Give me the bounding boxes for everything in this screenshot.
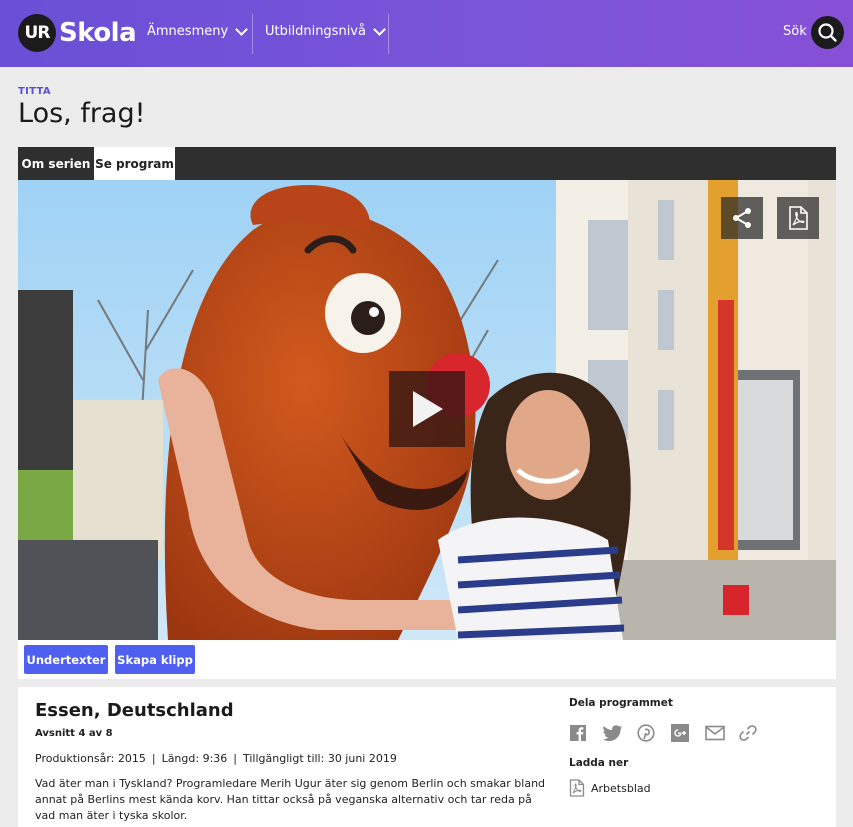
tab-about-series[interactable]: Om serien [18, 147, 94, 180]
share-email[interactable] [705, 722, 739, 744]
episode-description: Vad äter man i Tyskland? Programledare M… [35, 777, 546, 822]
share-video-button[interactable] [721, 197, 763, 239]
episode-number: Avsnitt 4 av 8 [35, 728, 113, 739]
search-button[interactable] [811, 16, 844, 49]
play-icon [413, 391, 443, 427]
share-heading: Dela programmet [569, 697, 673, 709]
pdf-download-button[interactable] [777, 197, 819, 239]
pinterest-icon [637, 724, 655, 742]
twitter-icon [603, 725, 622, 741]
share-icon [733, 208, 751, 228]
production-year: Produktionsår: 2015 [35, 752, 146, 765]
tab-bar: Om serien Se program [18, 147, 836, 180]
share-facebook[interactable] [569, 722, 603, 744]
pdf-icon [789, 206, 808, 230]
search-label[interactable]: Sök [783, 24, 807, 39]
pdf-icon [569, 779, 585, 797]
search-icon [818, 23, 837, 42]
share-googleplus[interactable] [671, 722, 705, 744]
ur-skola-logo[interactable]: UR Skola [18, 14, 137, 52]
video-player[interactable] [18, 180, 836, 640]
section-kicker: TITTA [18, 86, 51, 97]
nav-education-level[interactable]: Utbildningsnivå [265, 22, 386, 39]
nav-subject-menu[interactable]: Ämnesmeny [147, 22, 249, 39]
play-button[interactable] [389, 371, 465, 447]
create-clip-button[interactable]: Skapa klipp [115, 645, 195, 674]
logo-mark: UR [18, 14, 56, 52]
chevron-down-icon [373, 22, 386, 36]
email-icon [705, 725, 725, 741]
episode-meta: Produktionsår: 2015 | Längd: 9:36 | Tillgäng… [35, 752, 397, 765]
share-link[interactable] [739, 722, 773, 744]
nav-subject-menu-label: Ämnesmeny [147, 24, 229, 39]
top-header: UR Skola Ämnesmeny Utbildningsnivå Sök [0, 0, 853, 67]
download-worksheet-label: Arbetsblad [591, 781, 651, 795]
facebook-icon [570, 725, 586, 741]
download-heading: Ladda ner [569, 757, 629, 769]
available-until: Tillgängligt till: 30 juni 2019 [243, 752, 397, 765]
tab-watch-program[interactable]: Se program [94, 147, 175, 180]
episode-info-card: Essen, Deutschland Avsnitt 4 av 8 Produk… [18, 687, 836, 827]
nav-education-level-label: Utbildningsnivå [265, 24, 366, 39]
episode-length: Längd: 9:36 [161, 752, 228, 765]
logo-text: Skola [59, 18, 137, 48]
video-actions-bar: Undertexter Skapa klipp [18, 640, 836, 679]
page-title: Los, frag! [18, 98, 146, 129]
episode-title: Essen, Deutschland [35, 700, 234, 721]
share-twitter[interactable] [603, 722, 637, 744]
download-worksheet-link[interactable]: Arbetsblad [569, 779, 651, 797]
subtitles-button[interactable]: Undertexter [24, 645, 108, 674]
chevron-down-icon [235, 22, 249, 36]
nav-divider [252, 14, 253, 54]
nav-divider [388, 14, 389, 54]
share-icons [569, 722, 773, 744]
link-icon [739, 725, 757, 741]
share-pinterest[interactable] [637, 722, 671, 744]
googleplus-icon [671, 724, 689, 742]
